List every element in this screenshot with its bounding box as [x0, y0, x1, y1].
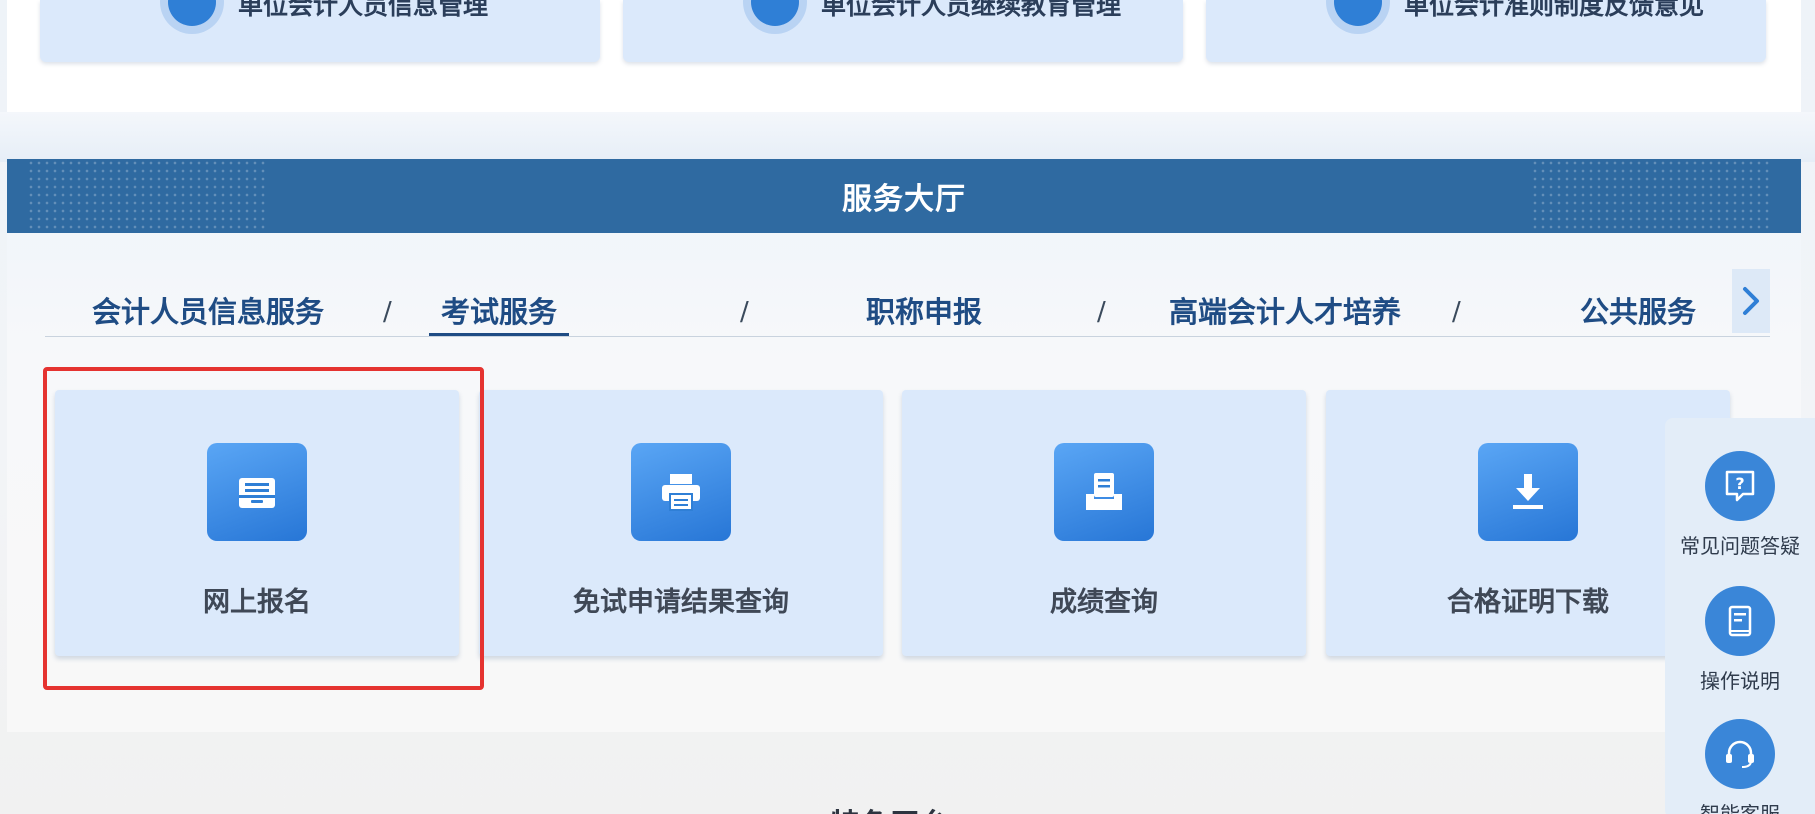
- top-card-label: 单位会计准则制度反馈意见: [1404, 0, 1705, 20]
- question-bubble-icon: ?: [1705, 451, 1775, 521]
- float-item-smart-service[interactable]: 智能客服: [1665, 719, 1815, 814]
- tab-separator: /: [1097, 297, 1106, 327]
- float-item-label: 智能客服: [1700, 802, 1780, 814]
- tab-title-application[interactable]: 职称申报: [866, 269, 982, 336]
- printer-icon: [631, 443, 731, 541]
- top-card-education[interactable]: 单位会计人员继续教育管理: [623, 0, 1183, 62]
- top-card-feedback[interactable]: 单位会计准则制度反馈意见: [1206, 0, 1766, 62]
- service-tabs: 会计人员信息服务 / 考试服务 / 职称申报 / 高端会计人才培养 / 公共服务: [45, 269, 1770, 337]
- svg-text:?: ?: [1735, 474, 1744, 493]
- tab-separator: /: [383, 297, 392, 327]
- service-hall-header: 服务大厅: [7, 159, 1801, 233]
- download-icon: [1478, 443, 1578, 541]
- float-item-faq[interactable]: ? 常见问题答疑: [1665, 451, 1815, 559]
- document-tray-icon: [1054, 443, 1154, 541]
- service-hall: 服务大厅 会计人员信息服务 / 考试服务 / 职称申报 / 高端会计人才培养 /…: [7, 159, 1801, 732]
- header-dot-pattern: [27, 159, 267, 233]
- top-quick-links: 单位会计人员信息管理 单位会计人员继续教育管理 单位会计准则制度反馈意见: [7, 0, 1801, 122]
- tab-public-service[interactable]: 公共服务: [1580, 269, 1696, 336]
- chat-bubble-icon: [1326, 0, 1390, 34]
- floating-toolbar: ? 常见问题答疑 操作说明 智能客服: [1665, 418, 1815, 814]
- top-card-staff-info[interactable]: 单位会计人员信息管理: [40, 0, 600, 62]
- service-card-label: 网上报名: [203, 587, 311, 618]
- tab-senior-talent-training[interactable]: 高端会计人才培养: [1169, 269, 1401, 336]
- tab-separator: /: [740, 297, 749, 327]
- id-card-icon: [160, 0, 224, 34]
- service-hall-title: 服务大厅: [842, 182, 966, 217]
- tab-exam-service[interactable]: 考试服务: [429, 269, 570, 336]
- inbox-tray-icon: [207, 443, 307, 541]
- service-card-label: 免试申请结果查询: [573, 587, 789, 618]
- tab-staff-info-service[interactable]: 会计人员信息服务: [92, 269, 324, 336]
- tab-next-arrow[interactable]: [1732, 269, 1770, 333]
- headset-icon: [1705, 719, 1775, 789]
- service-card-exemption-result-query[interactable]: 免试申请结果查询: [479, 390, 883, 656]
- chevron-right-icon: [1743, 287, 1759, 315]
- next-section-title: 特色平台: [830, 800, 950, 814]
- top-card-label: 单位会计人员继续教育管理: [821, 0, 1122, 20]
- header-dot-pattern: [1531, 159, 1771, 233]
- float-item-manual[interactable]: 操作说明: [1665, 586, 1815, 694]
- tab-separator: /: [1452, 297, 1461, 327]
- service-card-score-query[interactable]: 成绩查询: [902, 390, 1306, 656]
- service-card-online-registration[interactable]: 网上报名: [55, 390, 459, 656]
- top-card-label: 单位会计人员信息管理: [238, 0, 489, 20]
- mountain-background: [0, 112, 1815, 162]
- manual-book-icon: [1705, 586, 1775, 656]
- float-item-label: 操作说明: [1700, 669, 1780, 693]
- float-item-label: 常见问题答疑: [1680, 534, 1800, 558]
- document-search-icon: [743, 0, 807, 34]
- service-card-label: 成绩查询: [1050, 587, 1158, 618]
